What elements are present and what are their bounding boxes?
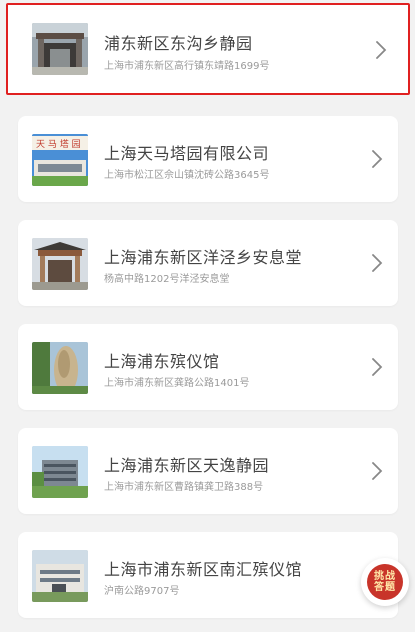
item-title: 浦东新区东沟乡静园 [104, 34, 253, 53]
list-item[interactable]: 浦东新区东沟乡静园 上海市浦东新区高行镇东靖路1699号 [6, 3, 410, 95]
item-address: 上海市浦东新区曹路镇龚卫路388号 [104, 482, 264, 493]
chevron-right-icon [372, 358, 383, 376]
chevron-right-icon [372, 150, 383, 168]
thumbnail-image [32, 23, 88, 75]
item-address: 沪南公路9707号 [104, 586, 180, 597]
thumbnail-image [32, 550, 88, 602]
item-address: 上海市松江区佘山镇沈砖公路3645号 [104, 170, 270, 181]
list-item[interactable]: 上海浦东殡仪馆 上海市浦东新区龚路公路1401号 [18, 324, 398, 410]
thumbnail-image [32, 446, 88, 498]
list-item[interactable]: 上海浦东新区洋泾乡安息堂 杨高中路1202号洋泾安息堂 [18, 220, 398, 306]
chevron-right-icon [372, 254, 383, 272]
cemetery-list: 浦东新区东沟乡静园 上海市浦东新区高行镇东靖路1699号 天 马 塔 园 上海天… [0, 0, 415, 632]
thumbnail-image [32, 342, 88, 394]
chevron-right-icon [372, 462, 383, 480]
item-title: 上海浦东殡仪馆 [104, 352, 220, 371]
challenge-quiz-button[interactable]: 挑战 答题 [361, 558, 409, 606]
chevron-right-icon [376, 41, 387, 59]
list-item[interactable]: 天 马 塔 园 上海天马塔园有限公司 上海市松江区佘山镇沈砖公路3645号 [18, 116, 398, 202]
thumbnail-image [32, 238, 88, 290]
item-address: 上海市浦东新区高行镇东靖路1699号 [104, 61, 270, 72]
challenge-quiz-badge: 挑战 答题 [367, 564, 403, 600]
item-title: 上海天马塔园有限公司 [104, 144, 270, 163]
fab-label-line1: 挑战 [374, 571, 396, 582]
thumbnail-image: 天 马 塔 园 [32, 134, 88, 186]
list-item[interactable]: 上海浦东新区天逸静园 上海市浦东新区曹路镇龚卫路388号 [18, 428, 398, 514]
item-address: 杨高中路1202号洋泾安息堂 [104, 274, 230, 285]
item-title: 上海市浦东新区南汇殡仪馆 [104, 560, 303, 579]
item-title: 上海浦东新区天逸静园 [104, 456, 270, 475]
svg-text:天 马 塔 园: 天 马 塔 园 [36, 138, 81, 150]
fab-label-line2: 答题 [374, 582, 396, 593]
list-item[interactable]: 上海市浦东新区南汇殡仪馆 沪南公路9707号 [18, 532, 398, 618]
item-address: 上海市浦东新区龚路公路1401号 [104, 378, 250, 389]
item-title: 上海浦东新区洋泾乡安息堂 [104, 248, 303, 267]
